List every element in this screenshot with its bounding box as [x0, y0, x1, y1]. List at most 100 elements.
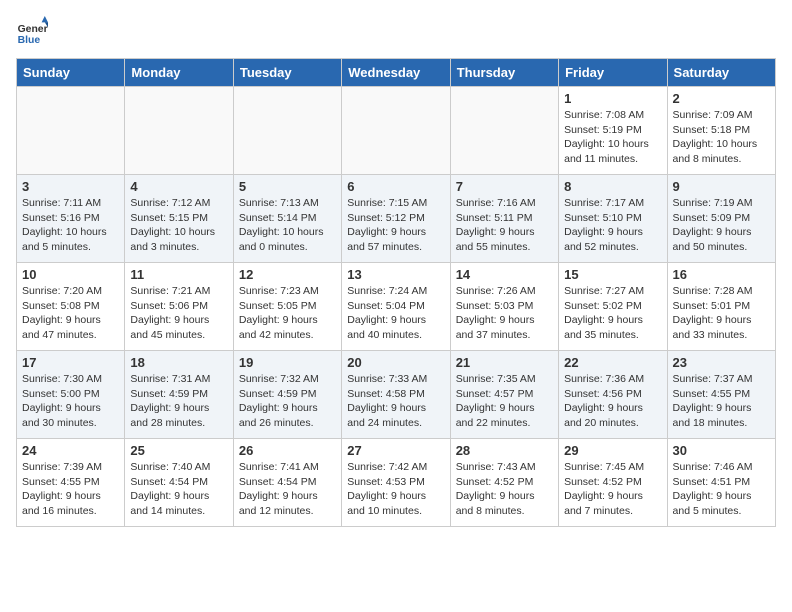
day-number: 28 [456, 443, 553, 458]
calendar-day-cell: 23Sunrise: 7:37 AM Sunset: 4:55 PM Dayli… [667, 351, 775, 439]
day-info: Sunrise: 7:40 AM Sunset: 4:54 PM Dayligh… [130, 460, 227, 519]
day-info: Sunrise: 7:08 AM Sunset: 5:19 PM Dayligh… [564, 108, 661, 167]
svg-text:General: General [18, 24, 48, 35]
calendar-day-cell: 3 Sunrise: 7:11 AM Sunset: 5:16 PM Daylig… [17, 175, 125, 263]
day-number: 6 [347, 179, 444, 194]
day-info: Sunrise: 7:09 AM Sunset: 5:18 PM Dayligh… [673, 108, 770, 167]
day-number: 4 [130, 179, 227, 194]
weekday-header-thursday: Thursday [450, 59, 558, 87]
day-info: Sunrise: 7:17 AM Sunset: 5:10 PM Dayligh… [564, 196, 661, 255]
day-number: 25 [130, 443, 227, 458]
calendar-day-cell: 19 Sunrise: 7:32 AM Sunset: 4:59 PM Dayli… [233, 351, 341, 439]
calendar-day-cell: 29 Sunrise: 7:45 AM Sunset: 4:52 PM Dayli… [559, 439, 667, 527]
calendar-day-cell: 7 Sunrise: 7:16 AM Sunset: 5:11 PM Daylig… [450, 175, 558, 263]
calendar-week-row: 24Sunrise: 7:39 AM Sunset: 4:55 PM Dayli… [17, 439, 776, 527]
day-info: Sunrise: 7:36 AM Sunset: 4:56 PM Dayligh… [564, 372, 661, 431]
calendar-day-cell: 4 Sunrise: 7:12 AM Sunset: 5:15 PM Daylig… [125, 175, 233, 263]
day-number: 30 [673, 443, 770, 458]
day-info: Sunrise: 7:27 AM Sunset: 5:02 PM Dayligh… [564, 284, 661, 343]
day-info: Sunrise: 7:42 AM Sunset: 4:53 PM Dayligh… [347, 460, 444, 519]
day-number: 10 [22, 267, 119, 282]
calendar-week-row: 1 Sunrise: 7:08 AM Sunset: 5:19 PM Daylig… [17, 87, 776, 175]
day-number: 21 [456, 355, 553, 370]
weekday-header-friday: Friday [559, 59, 667, 87]
day-number: 22 [564, 355, 661, 370]
day-number: 29 [564, 443, 661, 458]
day-info: Sunrise: 7:35 AM Sunset: 4:57 PM Dayligh… [456, 372, 553, 431]
day-number: 3 [22, 179, 119, 194]
day-number: 7 [456, 179, 553, 194]
header: General Blue [16, 16, 776, 48]
calendar-week-row: 10 Sunrise: 7:20 AM Sunset: 5:08 PM Dayli… [17, 263, 776, 351]
weekday-header-saturday: Saturday [667, 59, 775, 87]
day-number: 9 [673, 179, 770, 194]
day-info: Sunrise: 7:32 AM Sunset: 4:59 PM Dayligh… [239, 372, 336, 431]
calendar-day-cell: 8 Sunrise: 7:17 AM Sunset: 5:10 PM Daylig… [559, 175, 667, 263]
day-number: 26 [239, 443, 336, 458]
day-number: 8 [564, 179, 661, 194]
calendar-day-cell: 21 Sunrise: 7:35 AM Sunset: 4:57 PM Dayli… [450, 351, 558, 439]
day-info: Sunrise: 7:16 AM Sunset: 5:11 PM Dayligh… [456, 196, 553, 255]
calendar-week-row: 3 Sunrise: 7:11 AM Sunset: 5:16 PM Daylig… [17, 175, 776, 263]
day-number: 5 [239, 179, 336, 194]
day-info: Sunrise: 7:19 AM Sunset: 5:09 PM Dayligh… [673, 196, 770, 255]
day-info: Sunrise: 7:20 AM Sunset: 5:08 PM Dayligh… [22, 284, 119, 343]
svg-text:Blue: Blue [18, 35, 41, 46]
logo: General Blue [16, 16, 52, 48]
day-number: 1 [564, 91, 661, 106]
calendar-day-cell: 16 Sunrise: 7:28 AM Sunset: 5:01 PM Dayli… [667, 263, 775, 351]
calendar-day-cell: 2Sunrise: 7:09 AM Sunset: 5:18 PM Daylig… [667, 87, 775, 175]
day-info: Sunrise: 7:41 AM Sunset: 4:54 PM Dayligh… [239, 460, 336, 519]
day-number: 12 [239, 267, 336, 282]
day-info: Sunrise: 7:28 AM Sunset: 5:01 PM Dayligh… [673, 284, 770, 343]
day-number: 27 [347, 443, 444, 458]
day-info: Sunrise: 7:11 AM Sunset: 5:16 PM Dayligh… [22, 196, 119, 255]
day-info: Sunrise: 7:46 AM Sunset: 4:51 PM Dayligh… [673, 460, 770, 519]
weekday-header-wednesday: Wednesday [342, 59, 450, 87]
calendar-day-cell: 22 Sunrise: 7:36 AM Sunset: 4:56 PM Dayli… [559, 351, 667, 439]
calendar-day-cell: 17 Sunrise: 7:30 AM Sunset: 5:00 PM Dayli… [17, 351, 125, 439]
day-info: Sunrise: 7:31 AM Sunset: 4:59 PM Dayligh… [130, 372, 227, 431]
calendar-day-cell: 6 Sunrise: 7:15 AM Sunset: 5:12 PM Daylig… [342, 175, 450, 263]
calendar-day-cell: 9 Sunrise: 7:19 AM Sunset: 5:09 PM Daylig… [667, 175, 775, 263]
calendar-day-cell [125, 87, 233, 175]
calendar-day-cell: 10 Sunrise: 7:20 AM Sunset: 5:08 PM Dayli… [17, 263, 125, 351]
calendar-day-cell: 5Sunrise: 7:13 AM Sunset: 5:14 PM Daylig… [233, 175, 341, 263]
weekday-header-tuesday: Tuesday [233, 59, 341, 87]
day-info: Sunrise: 7:26 AM Sunset: 5:03 PM Dayligh… [456, 284, 553, 343]
day-number: 13 [347, 267, 444, 282]
calendar-day-cell: 24Sunrise: 7:39 AM Sunset: 4:55 PM Dayli… [17, 439, 125, 527]
calendar: SundayMondayTuesdayWednesdayThursdayFrid… [16, 58, 776, 527]
day-info: Sunrise: 7:30 AM Sunset: 5:00 PM Dayligh… [22, 372, 119, 431]
calendar-day-cell: 25 Sunrise: 7:40 AM Sunset: 4:54 PM Dayli… [125, 439, 233, 527]
day-info: Sunrise: 7:15 AM Sunset: 5:12 PM Dayligh… [347, 196, 444, 255]
day-info: Sunrise: 7:23 AM Sunset: 5:05 PM Dayligh… [239, 284, 336, 343]
calendar-day-cell [450, 87, 558, 175]
day-number: 11 [130, 267, 227, 282]
logo-icon: General Blue [16, 16, 48, 48]
day-number: 18 [130, 355, 227, 370]
calendar-day-cell [17, 87, 125, 175]
day-number: 15 [564, 267, 661, 282]
calendar-day-cell: 18 Sunrise: 7:31 AM Sunset: 4:59 PM Dayli… [125, 351, 233, 439]
day-info: Sunrise: 7:33 AM Sunset: 4:58 PM Dayligh… [347, 372, 444, 431]
calendar-week-row: 17 Sunrise: 7:30 AM Sunset: 5:00 PM Dayli… [17, 351, 776, 439]
calendar-day-cell: 26 Sunrise: 7:41 AM Sunset: 4:54 PM Dayli… [233, 439, 341, 527]
day-number: 19 [239, 355, 336, 370]
calendar-day-cell: 28 Sunrise: 7:43 AM Sunset: 4:52 PM Dayli… [450, 439, 558, 527]
calendar-day-cell: 12 Sunrise: 7:23 AM Sunset: 5:05 PM Dayli… [233, 263, 341, 351]
calendar-day-cell [233, 87, 341, 175]
day-info: Sunrise: 7:21 AM Sunset: 5:06 PM Dayligh… [130, 284, 227, 343]
day-info: Sunrise: 7:45 AM Sunset: 4:52 PM Dayligh… [564, 460, 661, 519]
day-number: 17 [22, 355, 119, 370]
day-info: Sunrise: 7:12 AM Sunset: 5:15 PM Dayligh… [130, 196, 227, 255]
calendar-day-cell: 11 Sunrise: 7:21 AM Sunset: 5:06 PM Dayli… [125, 263, 233, 351]
calendar-day-cell: 30 Sunrise: 7:46 AM Sunset: 4:51 PM Dayli… [667, 439, 775, 527]
day-info: Sunrise: 7:39 AM Sunset: 4:55 PM Dayligh… [22, 460, 119, 519]
day-number: 16 [673, 267, 770, 282]
calendar-day-cell: 27 Sunrise: 7:42 AM Sunset: 4:53 PM Dayli… [342, 439, 450, 527]
day-info: Sunrise: 7:37 AM Sunset: 4:55 PM Dayligh… [673, 372, 770, 431]
day-number: 14 [456, 267, 553, 282]
day-info: Sunrise: 7:43 AM Sunset: 4:52 PM Dayligh… [456, 460, 553, 519]
calendar-day-cell: 1 Sunrise: 7:08 AM Sunset: 5:19 PM Daylig… [559, 87, 667, 175]
